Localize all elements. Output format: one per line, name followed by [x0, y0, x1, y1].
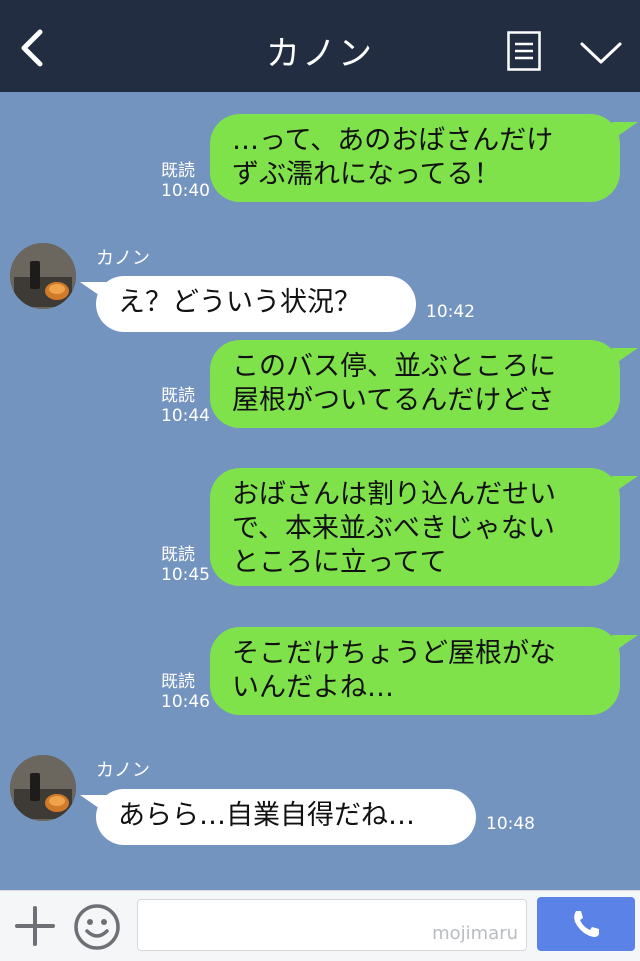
- message-meta: 既読 10:45: [161, 545, 210, 585]
- watermark-text: mojimaru: [432, 923, 518, 944]
- message-time: 10:42: [426, 302, 475, 322]
- message-time: 10:40: [161, 181, 210, 201]
- phone-icon: [574, 911, 599, 937]
- bubble-tail: [80, 282, 106, 300]
- message-bubble-received[interactable]: え？どういう状況？: [96, 276, 416, 332]
- plus-icon[interactable]: [14, 905, 56, 947]
- message-time: 10:45: [161, 565, 210, 585]
- read-label: 既読: [161, 672, 195, 692]
- menu-list-icon[interactable]: [507, 31, 541, 71]
- message-bubble-received[interactable]: あらら…自業自得だね…: [96, 789, 476, 845]
- message-bubble-sent[interactable]: おばさんは割り込んだせい で、本来並ぶべきじゃない ところに立ってて: [210, 468, 620, 586]
- message-list[interactable]: 既読 10:40 …って、あのおばさんだけ ずぶ濡れになってる！ カノン え？ど…: [0, 92, 640, 890]
- sender-name: カノン: [96, 248, 150, 269]
- emoji-icon[interactable]: [73, 903, 121, 951]
- read-label: 既読: [161, 161, 195, 181]
- message-meta: 既読 10:44: [161, 386, 210, 426]
- call-button[interactable]: [537, 897, 635, 951]
- bubble-tail: [612, 635, 638, 653]
- avatar[interactable]: [10, 243, 76, 309]
- avatar-photo-icon: [10, 755, 76, 821]
- message-input[interactable]: mojimaru: [137, 899, 527, 951]
- message-bubble-sent[interactable]: そこだけちょうど屋根がな いんだよね…: [210, 627, 620, 715]
- bubble-tail: [612, 348, 638, 366]
- avatar[interactable]: [10, 755, 76, 821]
- input-bar: mojimaru: [0, 890, 640, 961]
- message-bubble-sent[interactable]: このバス停、並ぶところに 屋根がついてるんだけどさ: [210, 340, 620, 428]
- sender-name: カノン: [96, 760, 150, 781]
- chat-title: カノン: [266, 34, 374, 74]
- avatar-photo-icon: [10, 243, 76, 309]
- message-time: 10:44: [161, 406, 210, 426]
- bubble-tail: [80, 795, 106, 813]
- message-meta: 既読 10:46: [161, 672, 210, 712]
- bubble-tail: [612, 122, 638, 140]
- read-label: 既読: [161, 386, 195, 406]
- message-time: 10:46: [161, 692, 210, 712]
- chevron-down-icon[interactable]: [579, 40, 623, 66]
- message-meta: 既読 10:40: [161, 161, 210, 201]
- chat-header: カノン: [0, 0, 640, 92]
- message-bubble-sent[interactable]: …って、あのおばさんだけ ずぶ濡れになってる！: [210, 114, 620, 202]
- bubble-tail: [612, 476, 638, 494]
- read-label: 既読: [161, 545, 195, 565]
- message-time: 10:48: [486, 814, 535, 834]
